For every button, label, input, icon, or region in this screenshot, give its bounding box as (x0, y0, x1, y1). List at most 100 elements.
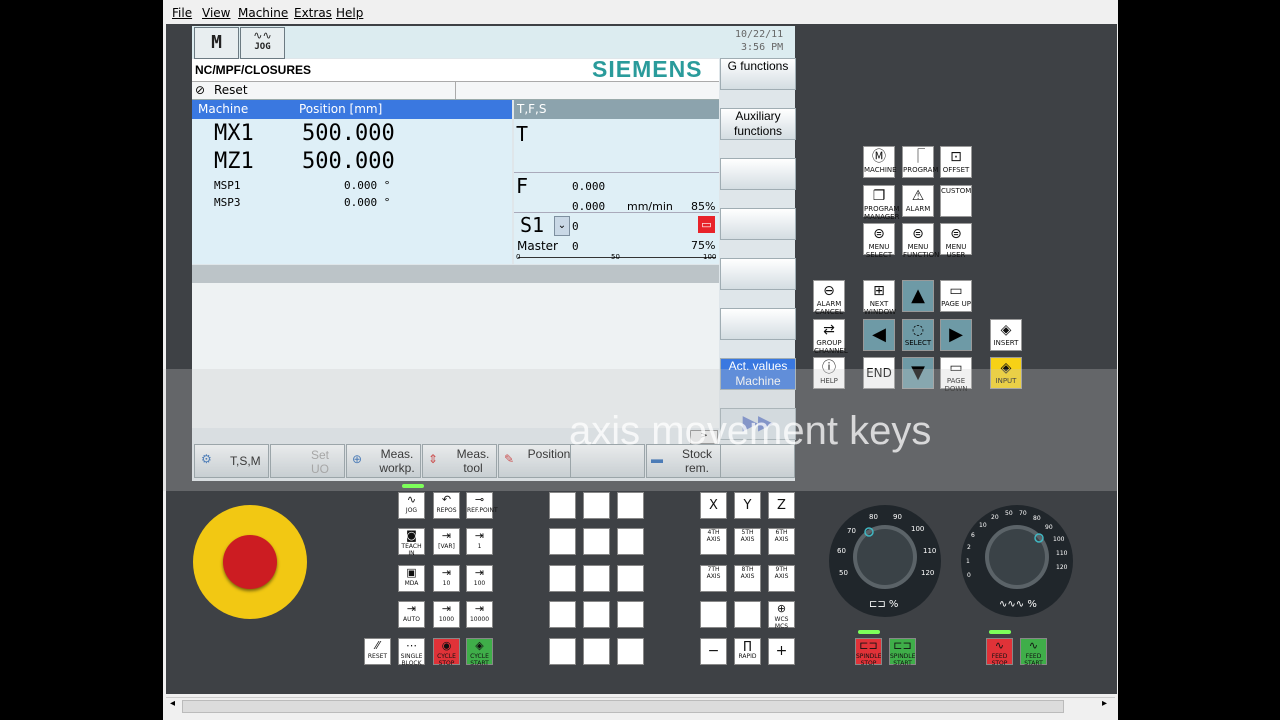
softkey-empty[interactable] (720, 158, 796, 190)
menu-select-key[interactable]: ⊜ MENU SELECT (863, 223, 895, 259)
menu-function-key[interactable]: ⊜ MENU FUNCTION (902, 223, 939, 259)
ref-point-key[interactable]: ⊸ REF.POINT (466, 492, 498, 519)
softkey-empty[interactable] (720, 208, 796, 240)
repos-key[interactable]: ↶ REPOS (433, 492, 460, 519)
mda-key[interactable]: ▣ MDA (398, 565, 425, 592)
master-value: 0 (572, 240, 579, 253)
softkey-auxiliary-functions[interactable]: Auxiliary functions (720, 108, 796, 140)
spindle-stop-key[interactable]: ⊏⊐ SPINDLE STOP (855, 638, 882, 667)
svg-text:80: 80 (1033, 515, 1041, 522)
reset-key[interactable]: ⁄⁄ RESET (364, 638, 391, 665)
minus-key[interactable]: − (700, 638, 727, 665)
softkey-empty[interactable] (720, 308, 796, 340)
svg-text:70: 70 (847, 527, 856, 535)
blank-key[interactable] (549, 638, 576, 665)
axis-4-key[interactable]: 4TH AXIS (700, 528, 727, 555)
inc-1000-key[interactable]: ⇥ 1000 (433, 601, 460, 628)
menu-file[interactable]: File (172, 6, 192, 20)
blank-key[interactable] (583, 638, 610, 665)
axis-8-key[interactable]: 8TH AXIS (734, 565, 761, 592)
spindle-override-dial[interactable]: 50 60 70 80 90 100 110 120 ⊏⊐ % (829, 505, 941, 617)
inc-10000-key[interactable]: ⇥ 10000 (466, 601, 493, 628)
menu-help[interactable]: Help (336, 6, 363, 20)
arrow-right-key[interactable]: ▶ (940, 319, 972, 351)
blank-key[interactable] (549, 565, 576, 592)
horizontal-scrollbar[interactable]: ◂ ▸ (166, 697, 1115, 714)
var-key[interactable]: ⇥ [VAR] (433, 528, 460, 555)
cycle-stop-key[interactable]: ◉ CYCLE STOP (433, 638, 460, 667)
blank-key[interactable] (617, 565, 644, 592)
blank-key[interactable] (549, 528, 576, 555)
insert-key[interactable]: ◈ INSERT (990, 319, 1022, 351)
group-channel-key[interactable]: ⇄ GROUP CHANNEL (813, 319, 848, 355)
menu-extras[interactable]: Extras (294, 6, 332, 20)
menu-user-key[interactable]: ⊜ MENU USER (940, 223, 972, 259)
blank-key[interactable] (617, 492, 644, 519)
feed-override-dial[interactable]: 0 1 2 6 10 20 50 70 80 90 100 110 120 ∿∿… (961, 505, 1073, 617)
axis-7-key[interactable]: 7TH AXIS (700, 565, 727, 592)
col-machine: Machine (198, 102, 249, 116)
program-manager-key[interactable]: ❐ PROGRAM MANAGER (863, 185, 899, 221)
reset-status-icon: ⊘ (195, 83, 206, 97)
blank-key[interactable] (549, 601, 576, 628)
axis-z-key[interactable]: Z (768, 492, 795, 519)
axis-x-key[interactable]: X (700, 492, 727, 519)
blank-key[interactable] (734, 601, 761, 628)
scroll-right-icon[interactable]: ▸ (1102, 698, 1107, 709)
blank-key[interactable] (549, 492, 576, 519)
svg-text:120: 120 (921, 569, 934, 577)
next-window-key[interactable]: ⊞ NEXT WINDOW (863, 280, 896, 316)
softkey-g-functions[interactable]: G functions (720, 58, 796, 90)
svg-text:20: 20 (991, 514, 999, 521)
blank-key[interactable] (617, 528, 644, 555)
feed-label: F (516, 174, 529, 198)
select-key[interactable]: ◌ SELECT (902, 319, 934, 351)
single-block-key[interactable]: ⋯ SINGLE BLOCK (398, 638, 425, 667)
svg-text:0: 0 (967, 572, 971, 579)
blank-key[interactable] (583, 492, 610, 519)
alarm-key[interactable]: ⚠ ALARM (902, 185, 934, 217)
blank-key[interactable] (617, 601, 644, 628)
teach-in-key[interactable]: ◙ TEACH IN (398, 528, 425, 557)
arrow-left-key[interactable]: ◀ (863, 319, 895, 351)
machine-area-icon[interactable]: M (194, 27, 239, 59)
feed-stop-key[interactable]: ∿ FEED STOP (986, 638, 1013, 667)
axis-6-key[interactable]: 6TH AXIS (768, 528, 795, 555)
blank-key[interactable] (700, 601, 727, 628)
cycle-start-key[interactable]: ◈ CYCLE START (466, 638, 493, 667)
inc-10-key[interactable]: ⇥ 10 (433, 565, 460, 592)
page-up-key[interactable]: ▭ PAGE UP (940, 280, 972, 312)
scroll-thumb[interactable] (182, 700, 1064, 713)
blank-key[interactable] (617, 638, 644, 665)
spindle-start-key[interactable]: ⊏⊐ SPINDLE START (889, 638, 916, 667)
feed-start-key[interactable]: ∿ FEED START (1020, 638, 1047, 667)
axis-5-key[interactable]: 5TH AXIS (734, 528, 761, 555)
spindle-dropdown[interactable]: ⌄ (554, 216, 570, 236)
rapid-key[interactable]: ∏ RAPID (734, 638, 761, 665)
arrow-up-key[interactable]: ▲ (902, 280, 934, 312)
emergency-stop-button[interactable] (193, 505, 307, 619)
svg-text:⊏⊐ %: ⊏⊐ % (869, 599, 898, 610)
scroll-left-icon[interactable]: ◂ (170, 698, 175, 709)
inc-100-key[interactable]: ⇥ 100 (466, 565, 493, 592)
feed-value: 0.000 (572, 180, 606, 193)
blank-key[interactable] (583, 601, 610, 628)
softkey-empty[interactable] (720, 258, 796, 290)
offset-key[interactable]: ⊡ OFFSET (940, 146, 972, 178)
blank-key[interactable] (583, 528, 610, 555)
menu-view[interactable]: View (202, 6, 230, 20)
jog-key[interactable]: ∿ JOG (398, 492, 425, 519)
alarm-cancel-key[interactable]: ⊖ ALARM CANCEL (813, 280, 845, 316)
auto-key[interactable]: ⇥ AUTO (398, 601, 425, 628)
axis-y-key[interactable]: Y (734, 492, 761, 519)
program-key[interactable]: ⎾ PROGRAM (902, 146, 938, 178)
plus-key[interactable]: + (768, 638, 795, 665)
machine-key[interactable]: Ⓜ MACHINE (863, 146, 897, 178)
axis-9-key[interactable]: 9TH AXIS (768, 565, 795, 592)
wcs-mcs-key[interactable]: ⊕ WCS MCS (768, 601, 795, 630)
custom-key[interactable]: CUSTOM (940, 185, 972, 217)
menu-machine[interactable]: Machine (238, 6, 288, 20)
inc-1-key[interactable]: ⇥ 1 (466, 528, 493, 555)
blank-key[interactable] (583, 565, 610, 592)
svg-text:6: 6 (971, 532, 975, 539)
